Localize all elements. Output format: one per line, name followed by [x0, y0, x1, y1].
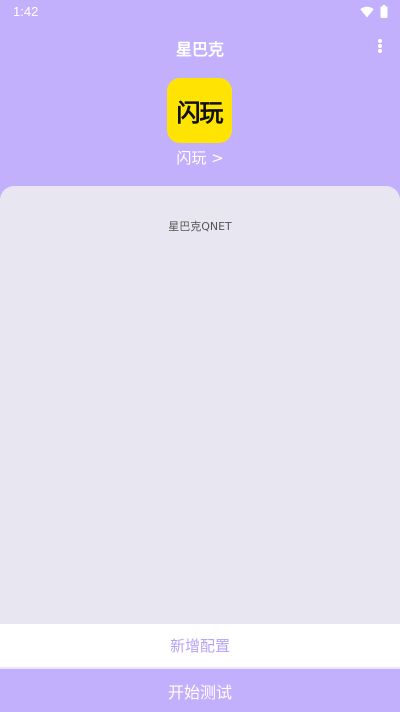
- wifi-icon: [360, 6, 374, 18]
- more-dot: [378, 44, 382, 48]
- status-icons: [360, 5, 388, 18]
- app-link[interactable]: 闪玩 >: [0, 147, 400, 168]
- config-list: 星巴克QNET: [0, 186, 400, 624]
- config-list-item[interactable]: 星巴克QNET: [0, 218, 400, 234]
- status-bar: 1:42: [0, 0, 400, 24]
- start-test-button[interactable]: 开始测试: [0, 669, 400, 712]
- app-icon[interactable]: 闪玩: [167, 78, 232, 143]
- page-title: 星巴克: [175, 40, 224, 59]
- screen: 1:42 星巴克 闪玩 闪玩 > 星巴克QNET 新增配置 开始测试: [0, 0, 400, 712]
- more-dot: [378, 39, 382, 43]
- status-time: 1:42: [13, 4, 39, 19]
- add-config-button[interactable]: 新增配置: [0, 624, 400, 669]
- more-vert-icon[interactable]: [370, 36, 390, 56]
- more-dot: [378, 49, 382, 53]
- app-icon-text: 闪玩: [176, 99, 224, 127]
- toolbar: 星巴克: [0, 24, 400, 68]
- battery-icon: [380, 5, 388, 18]
